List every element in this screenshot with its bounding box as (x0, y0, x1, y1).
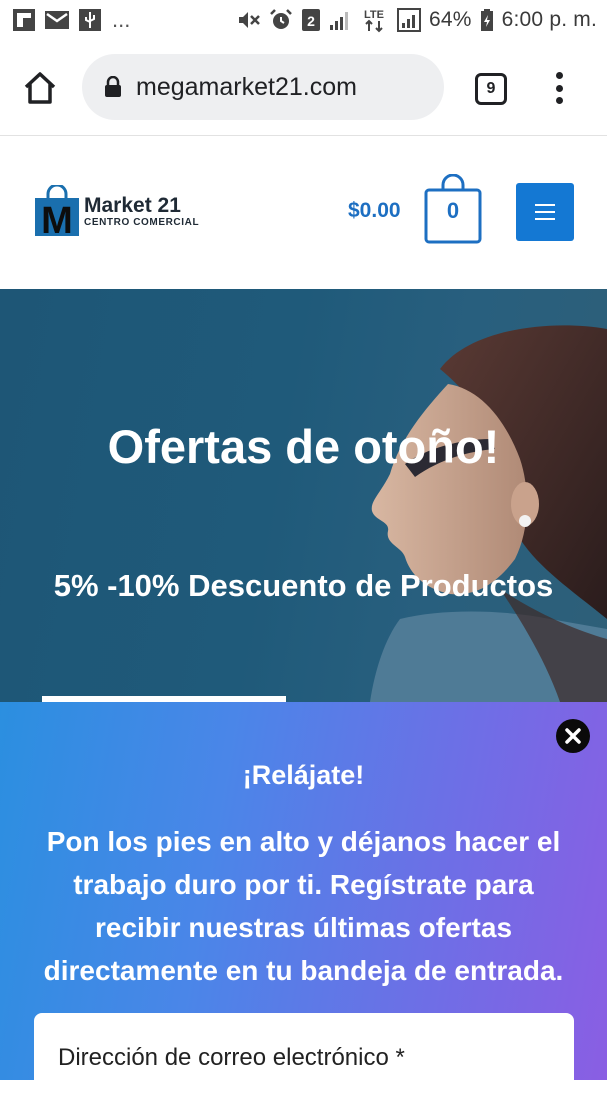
newsletter-popup: ¡Relájate! Pon los pies en alto y déjano… (0, 702, 607, 1103)
lock-icon (105, 76, 121, 97)
popup-close-button[interactable] (556, 719, 590, 753)
clock: 6:00 p. m. (501, 8, 597, 31)
home-icon (24, 71, 56, 104)
svg-text:M: M (41, 200, 73, 237)
logo-subtitle: CENTRO COMERCIAL (84, 217, 200, 228)
site-header: M Market 21 CENTRO COMERCIAL $0.00 0 (0, 137, 607, 289)
site-menu-button[interactable] (516, 183, 574, 241)
address-bar[interactable]: megamarket21.com (82, 54, 444, 120)
tab-switcher-button[interactable]: 9 (475, 73, 507, 105)
svg-text:2: 2 (307, 13, 315, 29)
site-logo[interactable]: M Market 21 CENTRO COMERCIAL (34, 185, 199, 237)
browser-toolbar: megamarket21.com 9 (0, 40, 607, 136)
alarm-icon (269, 8, 293, 32)
hamburger-line (535, 218, 555, 220)
hamburger-line (535, 204, 555, 206)
flipboard-icon (12, 8, 36, 32)
hero-subtitle: 5% -10% Descuento de Productos (53, 568, 554, 603)
woman-photo (370, 325, 607, 702)
status-bar: ... 2 LTE 64% 6:00 p. m. (0, 0, 607, 40)
signal-icon (329, 9, 351, 31)
mail-icon (44, 9, 70, 31)
close-icon (565, 728, 581, 744)
menu-dot-icon (555, 72, 563, 79)
popup-title: ¡Relájate! (242, 760, 365, 790)
mute-icon (237, 9, 261, 31)
lte-icon: LTE (359, 7, 389, 33)
menu-dot-icon (555, 84, 563, 92)
home-button[interactable] (20, 68, 60, 108)
battery-percent: 64% (428, 8, 472, 31)
more-notifications: ... (112, 7, 131, 32)
signal-icon (396, 8, 421, 32)
svg-text:LTE: LTE (364, 9, 384, 21)
battery-icon (480, 8, 494, 32)
usb-icon (78, 8, 102, 32)
shopping-bag-logo-icon: M (35, 185, 79, 237)
menu-dot-icon (555, 97, 563, 104)
sim-2-icon: 2 (301, 8, 321, 32)
cart-total[interactable]: $0.00 (348, 199, 401, 223)
logo-name: Market 21 (84, 194, 181, 217)
hero-banner: Ofertas de otoño! 5% -10% Descuento de P… (0, 289, 607, 702)
hero-title: Ofertas de otoño! (107, 420, 500, 473)
email-field[interactable] (34, 1013, 574, 1103)
url-text: megamarket21.com (136, 72, 357, 101)
cart-count: 0 (446, 198, 460, 223)
popup-message: Pon los pies en alto y déjanos hacer el … (43, 826, 564, 986)
browser-menu-button[interactable] (547, 70, 571, 106)
hamburger-line (535, 211, 555, 213)
